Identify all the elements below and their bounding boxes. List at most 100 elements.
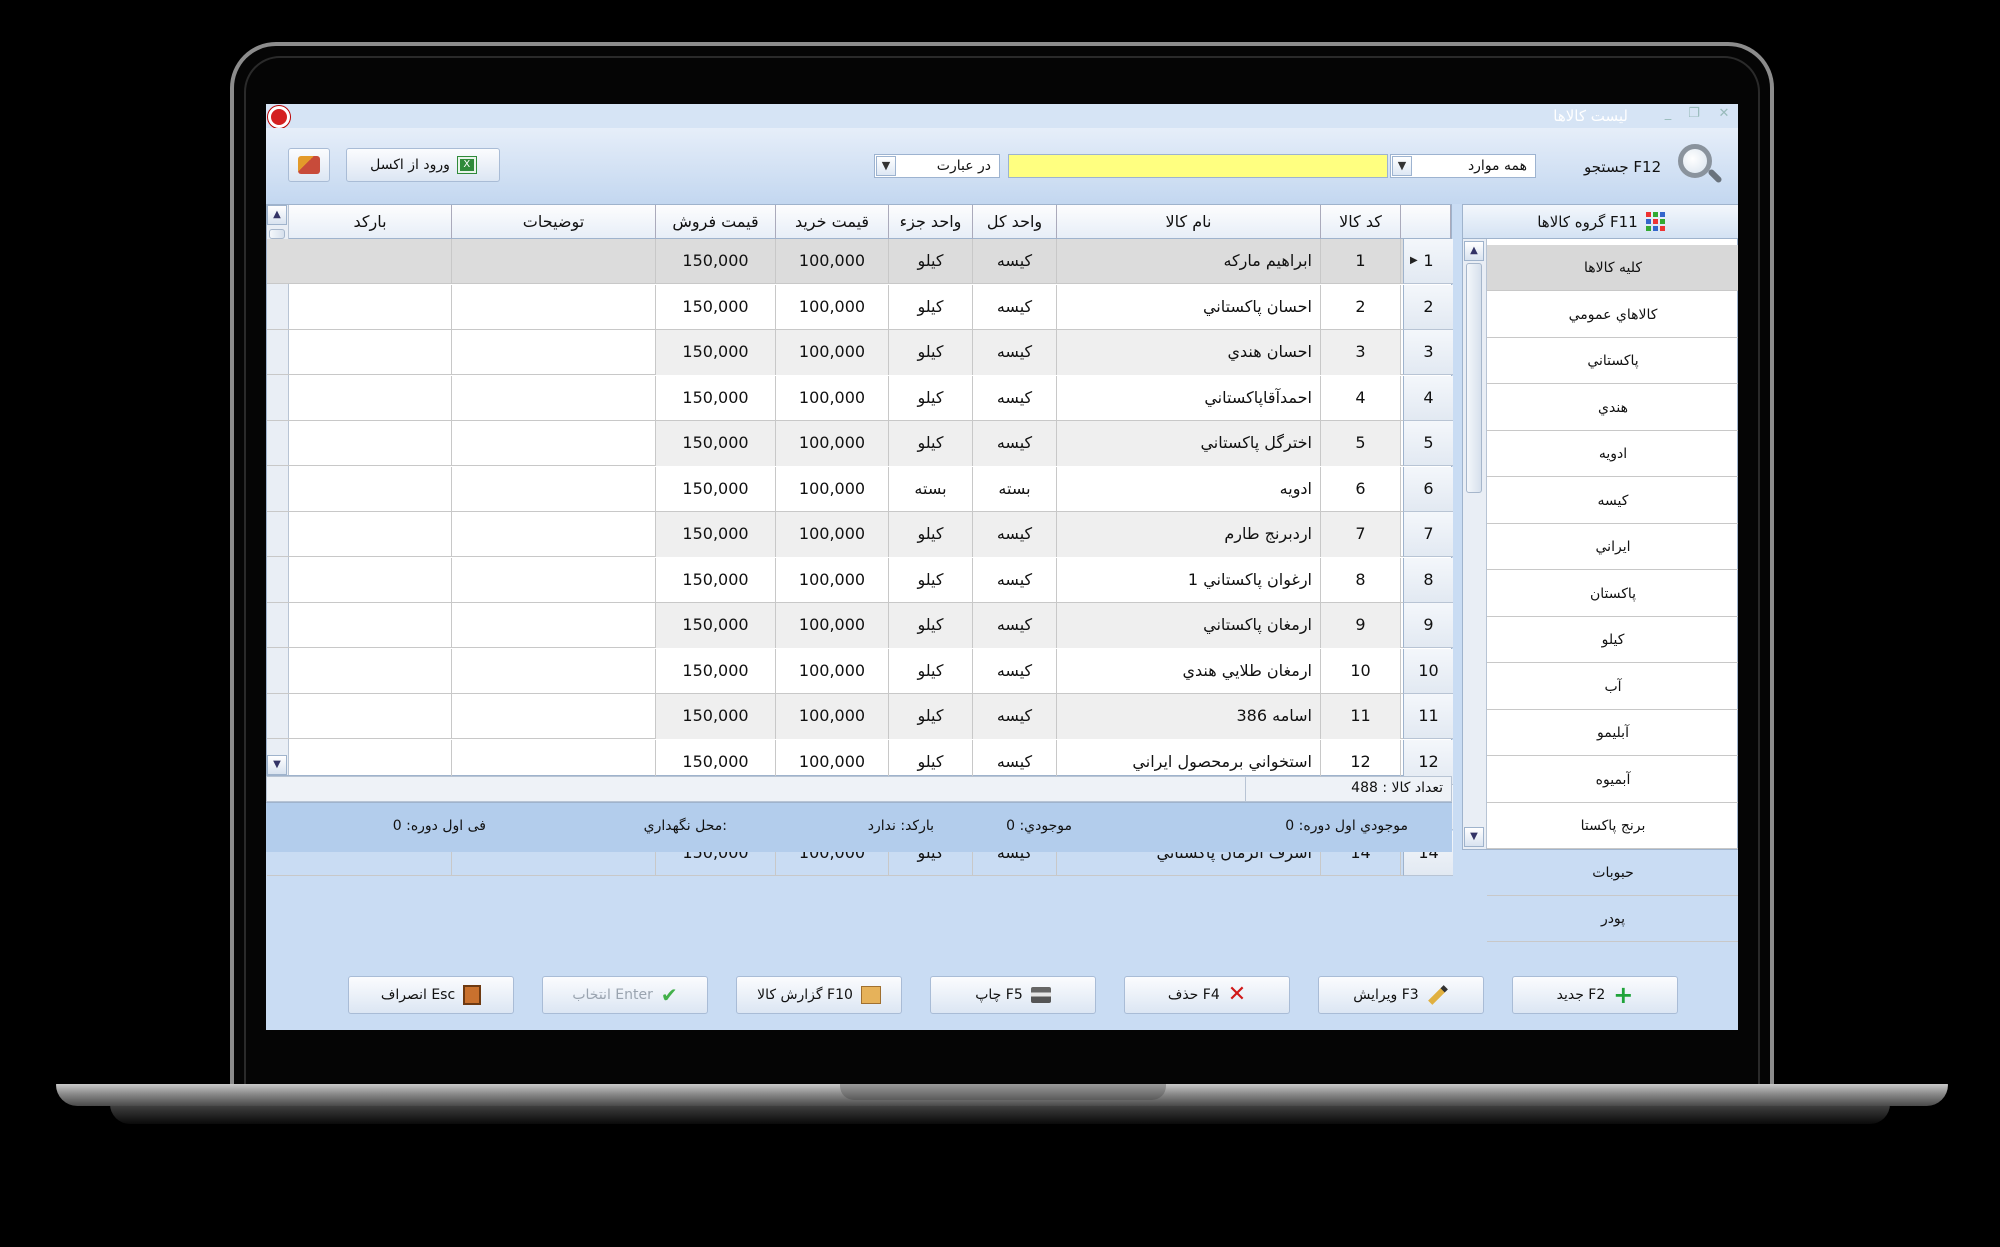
- row-number[interactable]: 11: [1403, 694, 1453, 739]
- cell-buy[interactable]: 100,000: [776, 284, 889, 330]
- column-header-name[interactable]: نام كالا: [1057, 205, 1321, 239]
- row-number[interactable]: 9: [1403, 603, 1453, 648]
- search-input[interactable]: [1008, 154, 1388, 178]
- cell-buy[interactable]: 100,000: [776, 512, 889, 557]
- select-button[interactable]: انتخاب Enter ✔: [542, 976, 708, 1014]
- cell-buy[interactable]: 100,000: [776, 694, 889, 739]
- cell-sell[interactable]: 150,000: [656, 603, 776, 648]
- cell-desc[interactable]: [452, 557, 656, 603]
- row-number[interactable]: 6: [1403, 466, 1453, 512]
- cell-unit[interactable]: كيسه: [973, 557, 1057, 603]
- minimize-button[interactable]: _: [1660, 106, 1676, 122]
- cell-sell[interactable]: 150,000: [656, 512, 776, 557]
- cell-sub[interactable]: كيلو: [889, 557, 973, 603]
- scroll-down-button[interactable]: ▼: [1464, 827, 1484, 847]
- cell-barcode[interactable]: [289, 466, 452, 512]
- table-row[interactable]: 150,000 100,000 كيلو كيسه اردبرنج طارم 7 7: [267, 512, 1453, 557]
- group-item[interactable]: كيسه: [1487, 478, 1738, 524]
- cell-name[interactable]: ارغوان پاكستاني 1: [1057, 557, 1321, 603]
- cell-name[interactable]: احسان هندي: [1057, 330, 1321, 375]
- cell-sub[interactable]: كيلو: [889, 421, 973, 466]
- table-row[interactable]: 150,000 100,000 كيلو كيسه اخترگل پاكستاني 5 5: [267, 421, 1453, 466]
- cell-sell[interactable]: 150,000: [656, 239, 776, 284]
- cell-unit[interactable]: كيسه: [973, 512, 1057, 557]
- row-number[interactable]: 7: [1403, 512, 1453, 557]
- cell-name[interactable]: ارمغان طلايي هندي: [1057, 648, 1321, 694]
- scroll-thumb[interactable]: [1466, 263, 1482, 493]
- scroll-thumb[interactable]: [269, 229, 285, 239]
- column-header-sub[interactable]: واحد جزء: [889, 205, 973, 239]
- cell-barcode[interactable]: [289, 694, 452, 739]
- group-item[interactable]: آبميوه: [1487, 757, 1738, 803]
- cell-sell[interactable]: 150,000: [656, 648, 776, 694]
- cell-code[interactable]: 6: [1321, 466, 1401, 512]
- group-item[interactable]: كليه كالاها: [1487, 245, 1738, 291]
- cell-buy[interactable]: 100,000: [776, 557, 889, 603]
- cell-name[interactable]: اردبرنج طارم: [1057, 512, 1321, 557]
- table-row[interactable]: 150,000 100,000 كيلو كيسه احمدآقاپاكستاني 4 4: [267, 375, 1453, 421]
- cell-sell[interactable]: 150,000: [656, 284, 776, 330]
- cell-desc[interactable]: [452, 694, 656, 739]
- group-item[interactable]: پاكستان: [1487, 571, 1738, 617]
- cell-sub[interactable]: كيلو: [889, 648, 973, 694]
- cell-code[interactable]: 7: [1321, 512, 1401, 557]
- cell-desc[interactable]: [452, 375, 656, 421]
- cell-desc[interactable]: [452, 512, 656, 557]
- cell-unit[interactable]: كيسه: [973, 330, 1057, 375]
- cell-sub[interactable]: كيلو: [889, 375, 973, 421]
- column-header-buy[interactable]: قيمت خريد: [776, 205, 889, 239]
- cancel-button[interactable]: انصراف Esc: [348, 976, 514, 1014]
- cell-buy[interactable]: 100,000: [776, 421, 889, 466]
- cell-name[interactable]: احسان پاكستاني: [1057, 284, 1321, 330]
- cell-barcode[interactable]: [289, 375, 452, 421]
- cell-buy[interactable]: 100,000: [776, 648, 889, 694]
- cell-unit[interactable]: كيسه: [973, 603, 1057, 648]
- chevron-down-icon[interactable]: ▼: [876, 156, 896, 176]
- cell-barcode[interactable]: [289, 512, 452, 557]
- group-item[interactable]: آبليمو: [1487, 710, 1738, 756]
- cell-barcode[interactable]: [289, 239, 452, 284]
- cell-unit[interactable]: كيسه: [973, 421, 1057, 466]
- cell-code[interactable]: 11: [1321, 694, 1401, 739]
- cell-desc[interactable]: [452, 466, 656, 512]
- group-item[interactable]: هندي: [1487, 385, 1738, 431]
- cell-barcode[interactable]: [289, 284, 452, 330]
- excel-import-button[interactable]: ورود از اكسل X: [346, 148, 500, 182]
- groups-scrollbar[interactable]: ▲ ▼: [1463, 239, 1487, 849]
- table-row[interactable]: 150,000 100,000 كيلو كيسه ارمغان طلايي هندي 1…: [267, 648, 1453, 694]
- group-item[interactable]: ايراني: [1487, 524, 1738, 570]
- column-header-unit[interactable]: واحد كل: [973, 205, 1057, 239]
- cell-barcode[interactable]: [289, 330, 452, 375]
- cell-unit[interactable]: بسته: [973, 466, 1057, 512]
- cell-code[interactable]: 10: [1321, 648, 1401, 694]
- cell-sub[interactable]: كيلو: [889, 694, 973, 739]
- group-item[interactable]: كيلو: [1487, 617, 1738, 663]
- row-number[interactable]: 3: [1403, 330, 1453, 375]
- row-number[interactable]: 5: [1403, 421, 1453, 466]
- group-item[interactable]: پودر: [1487, 896, 1738, 942]
- group-item[interactable]: حبوبات: [1487, 850, 1738, 896]
- row-number[interactable]: 8: [1403, 557, 1453, 603]
- close-button[interactable]: ✕: [1716, 106, 1732, 122]
- cell-unit[interactable]: كيسه: [973, 648, 1057, 694]
- cell-unit[interactable]: كيسه: [973, 284, 1057, 330]
- table-row[interactable]: 150,000 100,000 كيلو كيسه ابراهيم ماركه 1 1 ▶: [267, 239, 1453, 284]
- table-row[interactable]: 150,000 100,000 كيلو كيسه ارمغان پاكستاني 9 9: [267, 603, 1453, 648]
- cell-sub[interactable]: كيلو: [889, 284, 973, 330]
- row-number[interactable]: 1 ▶: [1403, 239, 1453, 284]
- cell-desc[interactable]: [452, 330, 656, 375]
- column-header-code[interactable]: كد كالا: [1321, 205, 1401, 239]
- cell-desc[interactable]: [452, 284, 656, 330]
- delete-button[interactable]: حذف F4 ✕: [1124, 976, 1290, 1014]
- cell-code[interactable]: 5: [1321, 421, 1401, 466]
- cell-buy[interactable]: 100,000: [776, 603, 889, 648]
- cell-unit[interactable]: كيسه: [973, 239, 1057, 284]
- cell-sub[interactable]: كيلو: [889, 239, 973, 284]
- cell-barcode[interactable]: [289, 648, 452, 694]
- cell-desc[interactable]: [452, 603, 656, 648]
- table-row[interactable]: 150,000 100,000 كيلو كيسه احسان هندي 3 3: [267, 330, 1453, 375]
- cell-buy[interactable]: 100,000: [776, 466, 889, 512]
- table-row[interactable]: 150,000 100,000 كيلو كيسه اسامه 386 11 11: [267, 694, 1453, 739]
- row-number[interactable]: 4: [1403, 375, 1453, 421]
- print-button[interactable]: چاپ F5: [930, 976, 1096, 1014]
